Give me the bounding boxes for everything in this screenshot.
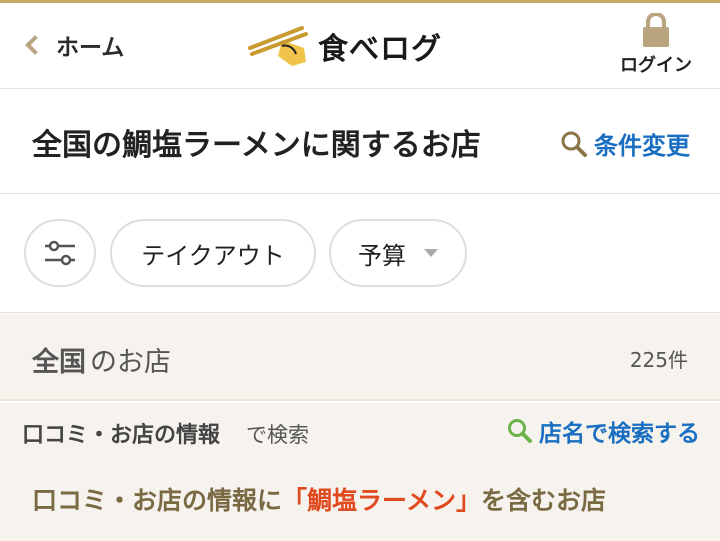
- shop-name-search-label: 店名で検索する: [539, 421, 700, 447]
- area-region: 全国: [32, 347, 86, 378]
- budget-filter-chip[interactable]: 予算: [329, 219, 467, 287]
- chevron-left-icon: [25, 35, 45, 55]
- lock-icon: [643, 13, 669, 47]
- area-header: 全国 のお店 225件: [0, 314, 720, 401]
- keyword-prefix: 口コミ・お店の情報に: [32, 486, 283, 515]
- change-conditions-label: 条件変更: [594, 132, 690, 160]
- login-button[interactable]: ログイン: [614, 13, 698, 77]
- keyword-summary: 口コミ・お店の情報に「鯛塩ラーメン」を含むお店: [32, 481, 606, 517]
- filter-row: テイクアウト 予算: [0, 195, 720, 313]
- page-title: 全国の鯛塩ラーメンに関するお店: [32, 128, 481, 163]
- keyword-term: 「鯛塩ラーメン」: [282, 486, 482, 515]
- search-icon: [508, 419, 532, 443]
- budget-chip-label: 予算: [358, 241, 406, 270]
- app-header: ホーム 食べログ ログイン: [0, 3, 720, 89]
- tabelog-logo[interactable]: 食べログ: [248, 23, 442, 69]
- search-scope-label: 口コミ・お店の情報: [22, 423, 221, 448]
- keyword-summary-row: 口コミ・お店の情報に「鯛塩ラーメン」を含むお店: [0, 459, 720, 541]
- takeout-chip-label: テイクアウト: [141, 241, 285, 270]
- area-suffix: のお店: [90, 347, 171, 378]
- shop-name-search-link[interactable]: 店名で検索する: [507, 414, 700, 448]
- chopsticks-logo-icon: [248, 26, 308, 66]
- change-conditions-button[interactable]: 条件変更: [560, 126, 690, 161]
- logo-text: 食べログ: [318, 32, 442, 67]
- title-bar: 全国の鯛塩ラーメンに関するお店 条件変更: [0, 90, 720, 194]
- search-icon: [561, 131, 587, 157]
- filter-settings-button[interactable]: [24, 219, 96, 287]
- home-button[interactable]: ホーム: [22, 29, 124, 61]
- takeout-filter-chip[interactable]: テイクアウト: [110, 219, 316, 287]
- keyword-suffix: を含むお店: [481, 486, 607, 515]
- caret-down-icon: [424, 249, 438, 257]
- result-count: 225件: [629, 348, 688, 372]
- search-mode-row: 口コミ・お店の情報 で検索 店名で検索する: [0, 403, 720, 459]
- login-label: ログイン: [620, 55, 692, 76]
- search-scope-suffix: で検索: [246, 423, 309, 447]
- sliders-icon: [45, 240, 75, 266]
- home-label: ホーム: [56, 35, 125, 61]
